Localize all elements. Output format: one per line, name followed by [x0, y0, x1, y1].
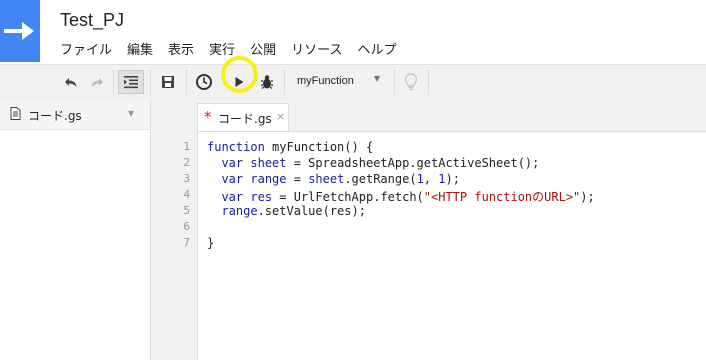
close-icon[interactable]: × — [276, 110, 285, 123]
editor-margin — [151, 99, 197, 360]
code-keyword: var — [221, 156, 244, 170]
indent-button[interactable] — [118, 70, 144, 94]
toolbar-divider — [113, 69, 114, 95]
code-text: .getRange( — [344, 172, 417, 186]
toolbar-divider — [394, 69, 395, 95]
code-line: range.setValue(res); — [207, 204, 366, 218]
toolbar-divider — [186, 69, 187, 95]
execution-hints-button[interactable] — [400, 70, 422, 94]
tab-code-gs[interactable]: * コード.gs × — [197, 103, 289, 131]
menu-run[interactable]: 実行 — [209, 39, 235, 58]
code-text: .setValue(res); — [257, 204, 366, 218]
undo-button[interactable] — [60, 70, 82, 94]
save-icon — [162, 76, 174, 88]
code-keyword: var — [221, 190, 244, 204]
menu-help[interactable]: ヘルプ — [357, 39, 396, 58]
file-name: コード.gs — [28, 109, 82, 123]
bug-icon — [261, 75, 273, 89]
chevron-down-icon[interactable]: ▼ — [128, 109, 134, 118]
lightbulb-icon — [404, 73, 418, 90]
code-text: = SpreadsheetApp.getActiveSheet(); — [286, 156, 540, 170]
toolbar-divider — [284, 69, 285, 95]
indent-icon — [124, 76, 138, 89]
code-line: var range = sheet.getRange(1, 1); — [207, 172, 460, 186]
menu-edit[interactable]: 編集 — [127, 39, 153, 58]
apps-script-logo[interactable] — [0, 0, 40, 62]
code-line: var res = UrlFetchApp.fetch("<HTTP funct… — [207, 188, 595, 205]
chevron-down-icon: ▼ — [374, 74, 381, 83]
function-select-value: myFunction — [297, 75, 354, 87]
code-line: var sheet = SpreadsheetApp.getActiveShee… — [207, 156, 539, 170]
line-number: 5 — [183, 204, 190, 217]
code-keyword: function — [207, 140, 265, 154]
redo-icon — [91, 78, 103, 87]
line-number: 7 — [183, 236, 190, 249]
toolbar-divider — [150, 69, 151, 95]
menu-bar: ファイル 編集 表示 実行 公開 リソース ヘルプ — [60, 39, 411, 58]
tab-label: コード.gs — [218, 112, 272, 126]
menu-resources[interactable]: リソース — [291, 39, 342, 58]
line-number: 2 — [183, 156, 190, 169]
clock-icon — [196, 74, 212, 90]
code-variable: range — [221, 204, 258, 218]
code-variable: sheet — [250, 156, 287, 170]
code-text: , — [423, 172, 439, 186]
code-line: function myFunction() { — [207, 140, 373, 154]
code-text: ); — [580, 190, 595, 204]
code-number: 1 — [416, 172, 424, 186]
file-icon — [10, 107, 21, 120]
code-text: } — [207, 236, 215, 250]
code-variable: res — [250, 190, 273, 204]
line-number: 3 — [183, 172, 190, 185]
code-text: ); — [445, 172, 460, 186]
code-text: = UrlFetchApp.fetch( — [272, 190, 424, 204]
undo-icon — [65, 78, 77, 87]
code-variable: sheet — [308, 172, 345, 186]
toolbar: myFunction ▼ — [0, 64, 706, 100]
triggers-button[interactable] — [192, 70, 216, 94]
menu-file[interactable]: ファイル — [60, 39, 112, 58]
unsaved-indicator: * — [204, 108, 212, 126]
toolbar-divider — [428, 69, 429, 95]
highlight-circle — [221, 56, 258, 93]
code-text: myFunction() { — [264, 140, 374, 154]
line-number: 6 — [183, 220, 190, 233]
project-title[interactable]: Test_PJ — [60, 10, 124, 31]
arrow-right-icon — [4, 22, 34, 40]
app-header: Test_PJ ファイル 編集 表示 実行 公開 リソース ヘルプ — [0, 0, 706, 64]
menu-view[interactable]: 表示 — [168, 39, 194, 58]
code-line: } — [207, 236, 214, 250]
code-text: = — [286, 172, 309, 186]
file-list-item[interactable]: コード.gs ▼ — [0, 99, 150, 130]
redo-button[interactable] — [86, 70, 108, 94]
save-button[interactable] — [156, 70, 180, 94]
menu-publish[interactable]: 公開 — [250, 39, 276, 58]
line-number: 4 — [183, 188, 190, 201]
code-variable: range — [250, 172, 287, 186]
code-keyword: var — [221, 172, 244, 186]
debug-button[interactable] — [256, 70, 278, 94]
file-sidebar: コード.gs ▼ — [0, 99, 151, 360]
code-editor[interactable]: 1 2 3 4 5 6 7 function myFunction() { va… — [183, 132, 706, 360]
line-number: 1 — [183, 140, 190, 153]
editor-tabs: * コード.gs × — [197, 99, 706, 132]
code-string: "<HTTP functionのURL>" — [423, 190, 581, 204]
function-select[interactable]: myFunction ▼ — [290, 70, 390, 94]
